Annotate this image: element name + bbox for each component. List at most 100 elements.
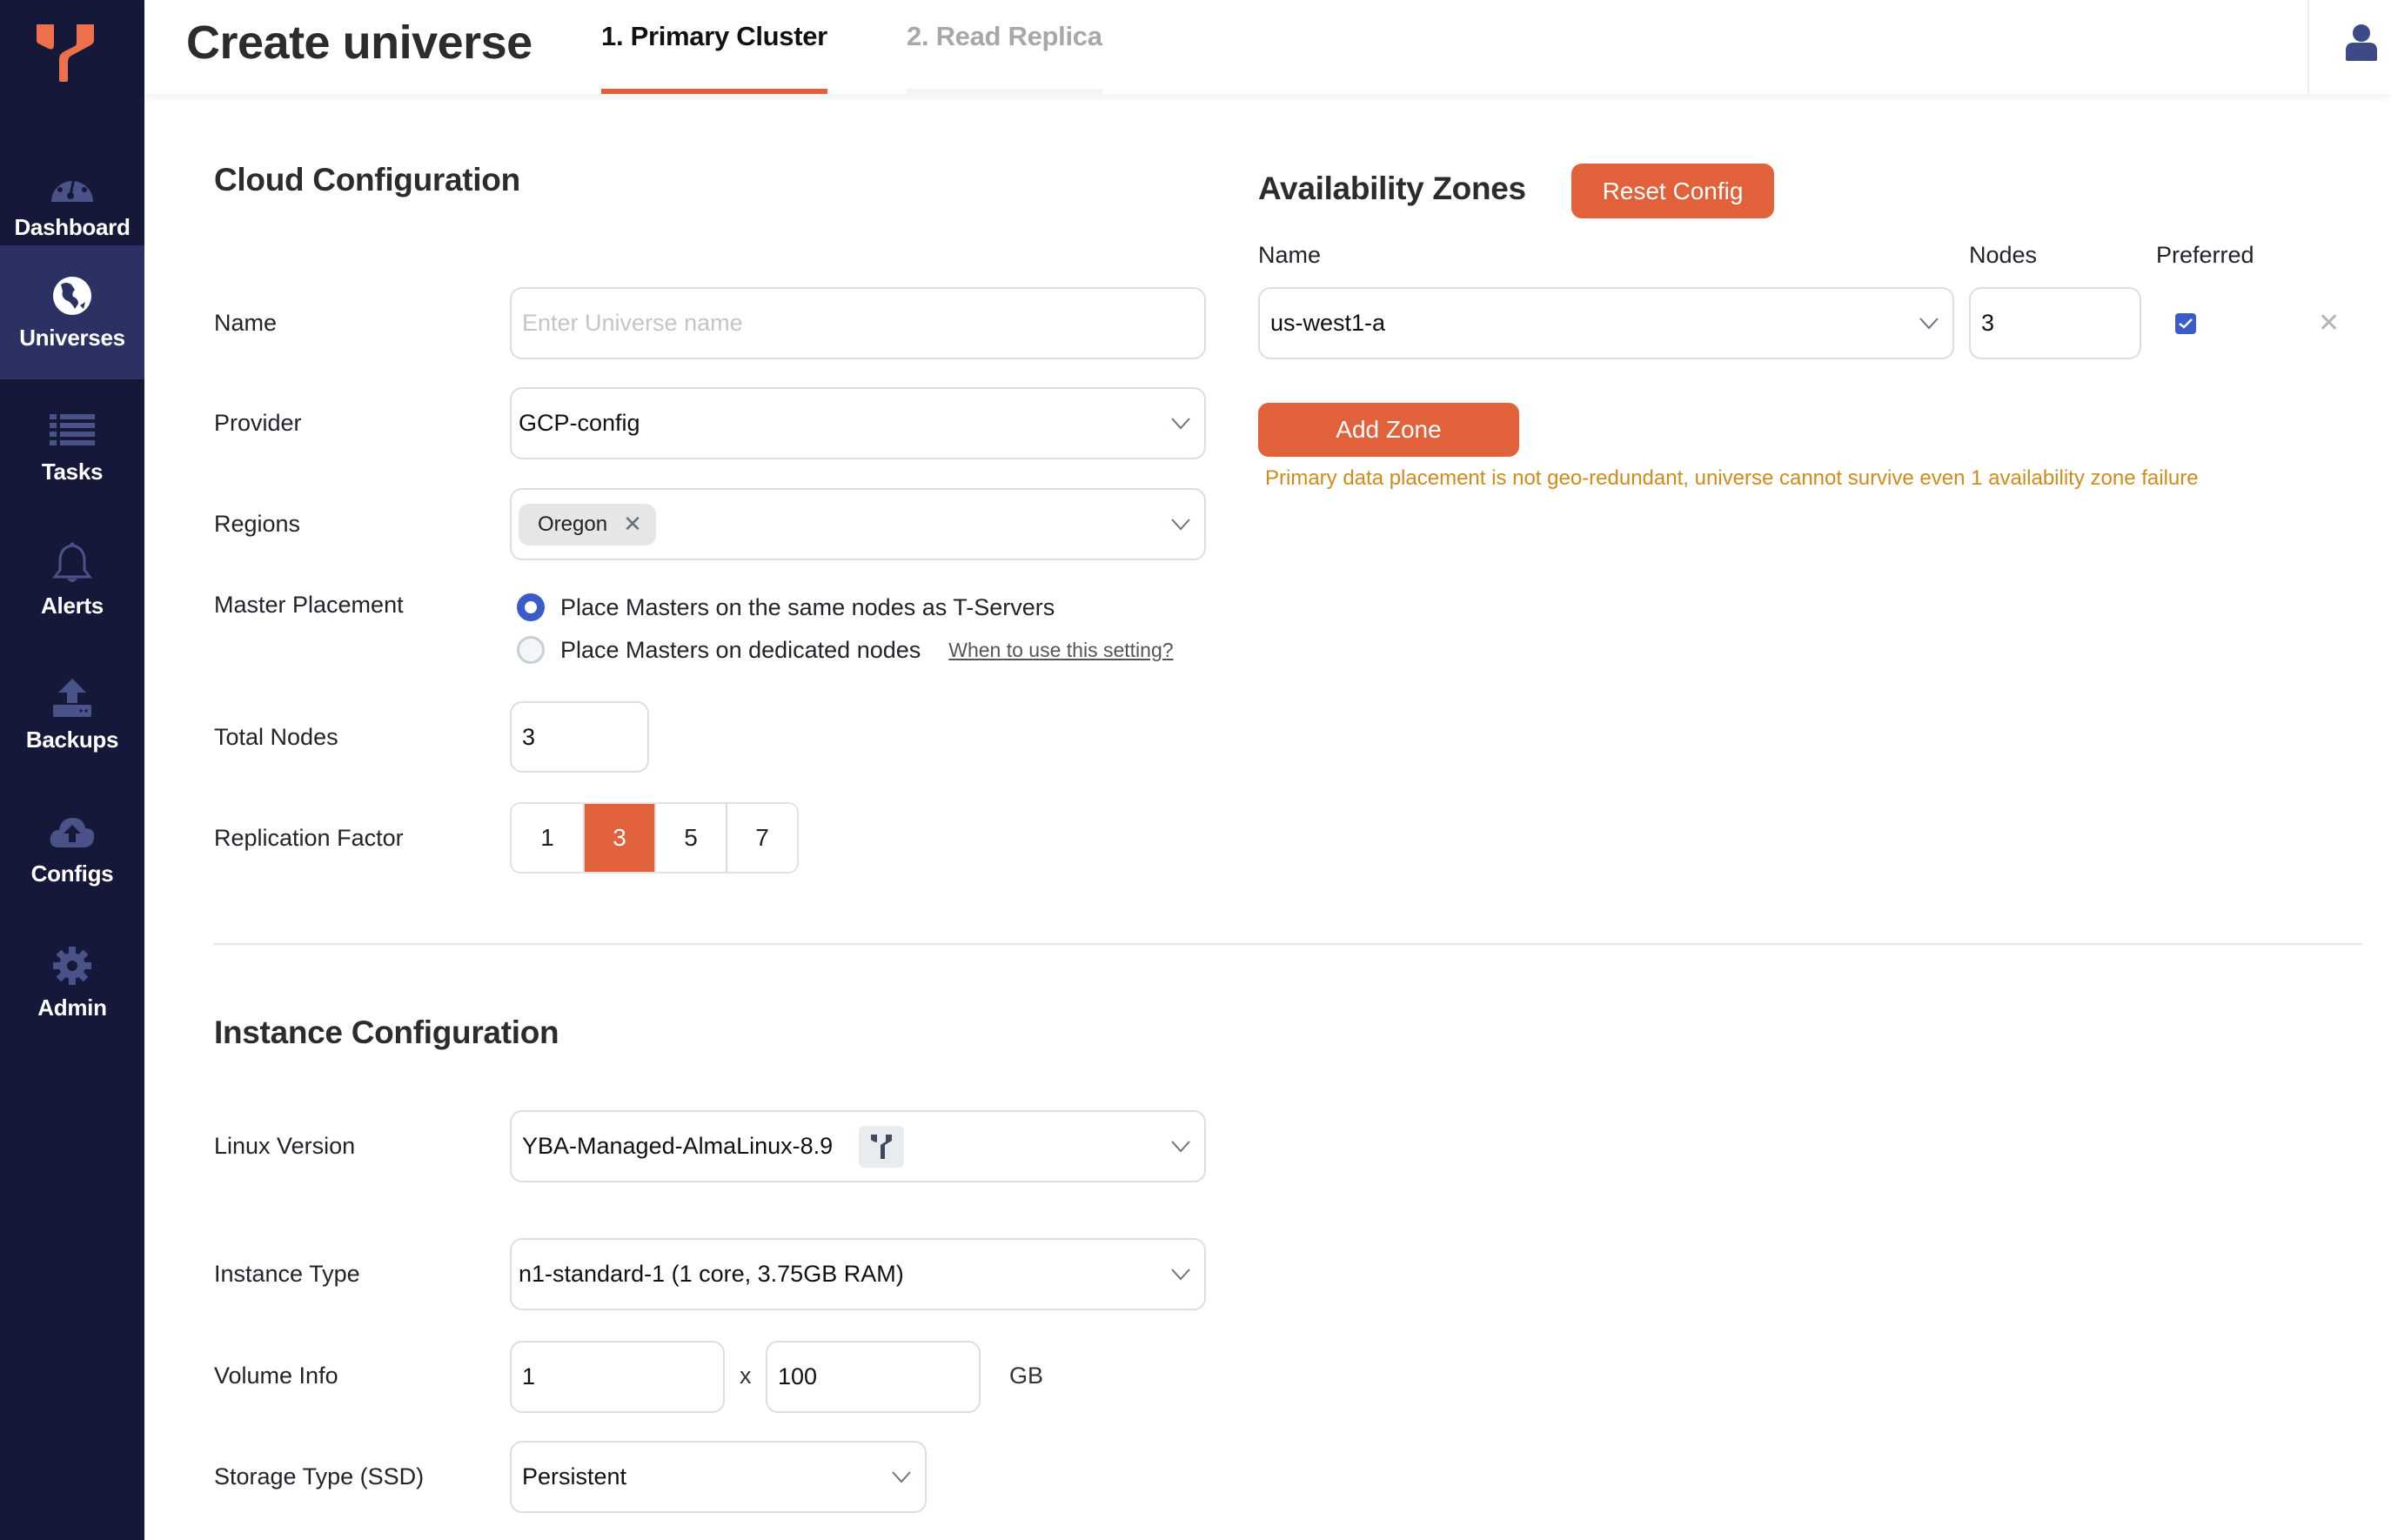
zone-nodes-input[interactable]: [1981, 310, 2140, 337]
page-title: Create universe: [186, 17, 532, 69]
sidebar-item-label: Configs: [30, 860, 114, 887]
dashboard-gauge-icon: [49, 164, 96, 207]
yba-managed-badge-icon: [859, 1125, 905, 1168]
tab-read-replica[interactable]: 2. Read Replica: [907, 21, 1102, 94]
rf-option-3[interactable]: 3: [583, 804, 654, 872]
universe-name-input[interactable]: [522, 310, 1204, 337]
instance-type-value: n1-standard-1 (1 core, 3.75GB RAM): [519, 1261, 904, 1287]
preferred-checkbox[interactable]: [2175, 313, 2196, 334]
cloud-upload-icon: [49, 810, 96, 854]
total-nodes-input[interactable]: [522, 723, 647, 751]
instance-type-label: Instance Type: [214, 1261, 360, 1287]
master-option-same-nodes[interactable]: Place Masters on the same nodes as T-Ser…: [517, 593, 1055, 621]
total-nodes-field[interactable]: [510, 701, 649, 773]
sidebar: Dashboard Universes Tasks Alerts Backups…: [0, 0, 144, 1540]
regions-label: Regions: [214, 511, 301, 537]
sidebar-item-label: Tasks: [41, 458, 104, 485]
sidebar-item-configs[interactable]: Configs: [0, 781, 144, 915]
sidebar-item-label: Alerts: [41, 592, 104, 619]
tab-primary-cluster[interactable]: 1. Primary Cluster: [601, 21, 827, 94]
zone-preferred-header: Preferred: [2156, 242, 2254, 268]
bell-icon: [49, 542, 96, 586]
remove-zone-icon[interactable]: ✕: [2318, 308, 2340, 338]
zone-name-header: Name: [1258, 242, 1322, 268]
geo-redundancy-warning: Primary data placement is not geo-redund…: [1265, 466, 2199, 490]
provider-value: GCP-config: [519, 410, 640, 436]
radio-selected[interactable]: [517, 593, 545, 621]
replication-factor-label: Replication Factor: [214, 825, 404, 851]
universe-name-field[interactable]: [510, 287, 1206, 359]
zone-name-select[interactable]: us-west1-a: [1258, 287, 1954, 359]
globe-icon: [49, 274, 96, 318]
section-divider: [214, 943, 2362, 945]
storage-type-select[interactable]: Persistent: [510, 1441, 927, 1513]
tab-label: 2. Read Replica: [907, 21, 1102, 51]
sidebar-item-label: Universes: [19, 324, 125, 351]
master-option-dedicated[interactable]: Place Masters on dedicated nodes When to…: [517, 636, 1174, 664]
sidebar-item-label: Admin: [37, 994, 107, 1021]
replication-factor-selector: 1 3 5 7: [510, 802, 799, 874]
when-to-use-link[interactable]: When to use this setting?: [948, 639, 1173, 662]
radio-unselected[interactable]: [517, 636, 545, 664]
total-nodes-label: Total Nodes: [214, 724, 338, 750]
sidebar-item-label: Dashboard: [14, 213, 131, 240]
provider-label: Provider: [214, 410, 302, 436]
tab-indicator: [907, 89, 1102, 94]
volume-info-label: Volume Info: [214, 1363, 338, 1389]
volume-count-field[interactable]: [510, 1341, 725, 1413]
zone-nodes-header: Nodes: [1969, 242, 2038, 268]
zone-name-value: us-west1-a: [1270, 310, 1386, 336]
chevron-down-icon: [1919, 317, 1939, 329]
chevron-down-icon: [1171, 1140, 1190, 1152]
active-tab-indicator: [601, 89, 827, 94]
availability-zones-title: Availability Zones: [1258, 171, 1526, 206]
sidebar-item-alerts[interactable]: Alerts: [0, 513, 144, 647]
chevron-down-icon: [1171, 417, 1190, 429]
region-chip: Oregon ✕: [519, 503, 656, 546]
chevron-down-icon: [1171, 518, 1190, 530]
cloud-config-title: Cloud Configuration: [214, 162, 520, 198]
rf-option-1[interactable]: 1: [512, 804, 583, 872]
upload-icon: [49, 676, 96, 720]
sidebar-item-universes[interactable]: Universes: [0, 245, 144, 379]
sidebar-item-tasks[interactable]: Tasks: [0, 379, 144, 513]
rf-option-7[interactable]: 7: [726, 804, 797, 872]
volume-count-input[interactable]: [522, 1363, 723, 1390]
volume-size-field[interactable]: [766, 1341, 981, 1413]
regions-select[interactable]: Oregon ✕: [510, 488, 1206, 560]
rf-option-5[interactable]: 5: [654, 804, 726, 872]
storage-type-label: Storage Type (SSD): [214, 1463, 425, 1490]
tab-label: 1. Primary Cluster: [601, 21, 827, 51]
volume-unit: GB: [1009, 1363, 1044, 1389]
yugabyte-logo[interactable]: [35, 24, 96, 82]
storage-type-value: Persistent: [522, 1463, 627, 1490]
remove-region-icon[interactable]: ✕: [623, 511, 642, 538]
volume-size-input[interactable]: [778, 1363, 979, 1390]
volume-multiplier: x: [740, 1363, 752, 1389]
zone-nodes-field[interactable]: [1969, 287, 2141, 359]
sidebar-item-admin[interactable]: Admin: [0, 915, 144, 1049]
sidebar-item-backups[interactable]: Backups: [0, 647, 144, 781]
header-divider: [2307, 0, 2309, 94]
linux-version-value: YBA-Managed-AlmaLinux-8.9: [522, 1133, 834, 1159]
chevron-down-icon: [1171, 1268, 1190, 1280]
gear-icon: [49, 944, 96, 988]
linux-version-label: Linux Version: [214, 1133, 356, 1159]
linux-version-select[interactable]: YBA-Managed-AlmaLinux-8.9: [510, 1110, 1206, 1182]
list-icon: [49, 408, 96, 452]
name-label: Name: [214, 310, 278, 336]
chevron-down-icon: [892, 1470, 911, 1483]
radio-label: Place Masters on the same nodes as T-Ser…: [560, 593, 1055, 620]
radio-label: Place Masters on dedicated nodes: [560, 636, 921, 663]
master-placement-label: Master Placement: [214, 592, 404, 618]
add-zone-button[interactable]: Add Zone: [1258, 403, 1519, 457]
page-header: Create universe 1. Primary Cluster 2. Re…: [144, 0, 2391, 94]
checkmark-icon: [2179, 318, 2193, 329]
reset-config-button[interactable]: Reset Config: [1571, 164, 1774, 218]
provider-select[interactable]: GCP-config: [510, 387, 1206, 459]
instance-config-title: Instance Configuration: [214, 1014, 559, 1050]
sidebar-item-label: Backups: [25, 726, 119, 753]
region-chip-label: Oregon: [538, 512, 608, 536]
instance-type-select[interactable]: n1-standard-1 (1 core, 3.75GB RAM): [510, 1238, 1206, 1310]
user-profile-icon[interactable]: [2344, 24, 2379, 61]
